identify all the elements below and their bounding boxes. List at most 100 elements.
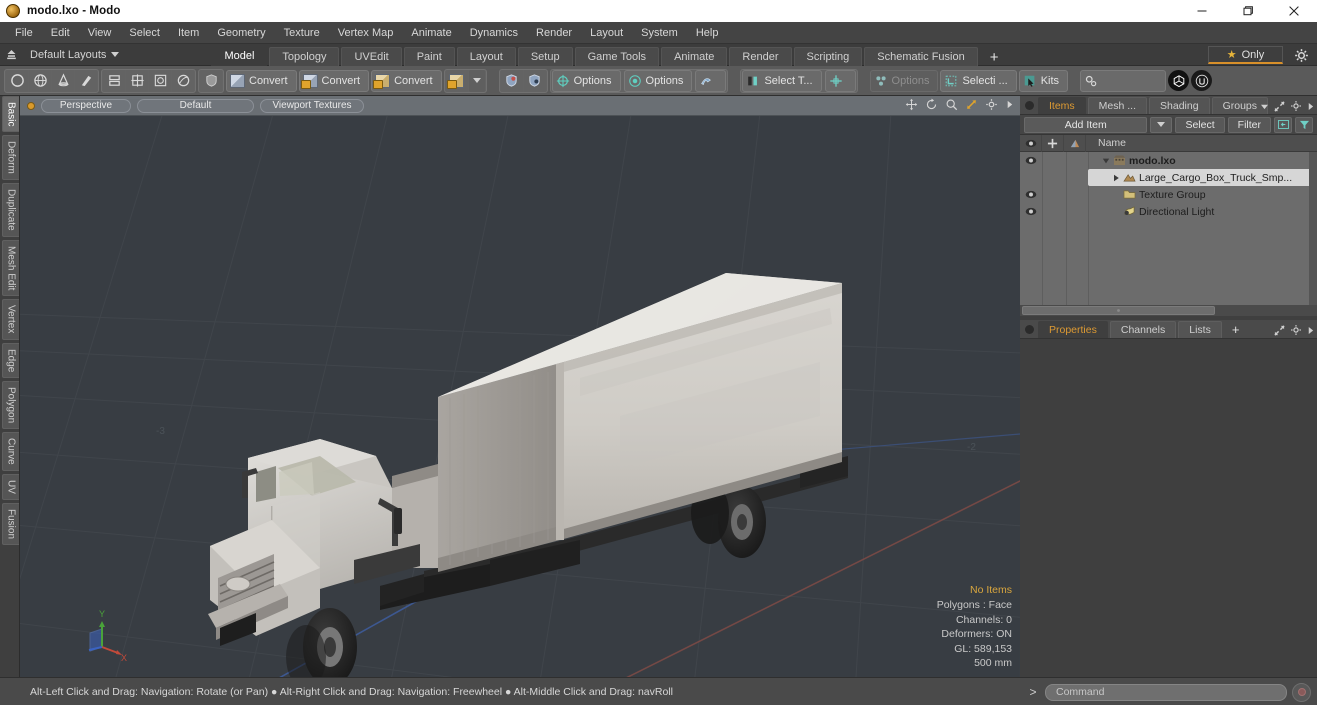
- properties-panel-body[interactable]: [1020, 339, 1317, 630]
- viewport-preset[interactable]: Default: [137, 98, 254, 113]
- table-row[interactable]: Texture Group: [1020, 186, 1317, 203]
- tab-shading[interactable]: Shading: [1149, 97, 1210, 114]
- gear-icon[interactable]: [985, 98, 998, 111]
- filter-button[interactable]: Filter: [1227, 116, 1271, 133]
- only-toggle[interactable]: ★ Only: [1208, 46, 1283, 64]
- items-tree-vscrollbar[interactable]: [1309, 152, 1317, 305]
- sidebar-item-fusion[interactable]: Fusion: [2, 502, 19, 545]
- sidebar-item-mesh-edit[interactable]: Mesh Edit: [2, 239, 19, 297]
- shield-red-icon[interactable]: [500, 69, 523, 92]
- menu-item-file[interactable]: File: [6, 24, 42, 42]
- chevron-down-icon[interactable]: [1260, 103, 1269, 110]
- tab-uvedit[interactable]: UVEdit: [341, 46, 402, 66]
- tab-lists[interactable]: Lists: [1178, 321, 1222, 338]
- convert-button-3[interactable]: Convert: [371, 69, 442, 92]
- tab-schematic-fusion[interactable]: Schematic Fusion: [864, 46, 978, 66]
- tab-setup[interactable]: Setup: [517, 46, 573, 66]
- cone-icon[interactable]: [52, 69, 74, 92]
- panel-menu-dot[interactable]: [1025, 325, 1034, 334]
- cross-box-icon[interactable]: [126, 69, 148, 92]
- menu-item-edit[interactable]: Edit: [42, 24, 79, 42]
- row-visibility-toggle[interactable]: [1020, 152, 1042, 169]
- funnel-icon[interactable]: [1295, 116, 1313, 133]
- sidebar-item-polygon[interactable]: Polygon: [2, 381, 19, 430]
- sidebar-item-uv[interactable]: UV: [2, 473, 19, 500]
- viewport-shading[interactable]: Viewport Textures: [260, 98, 364, 113]
- gear-icon[interactable]: [1290, 324, 1302, 336]
- stack-icon[interactable]: [103, 69, 125, 92]
- zoom-icon[interactable]: [945, 98, 958, 111]
- sidebar-item-edge[interactable]: Edge: [2, 342, 19, 379]
- viewport-3d-scene[interactable]: -3 -2 Y X No Items Polygons: Face Chann…: [20, 116, 1020, 677]
- menu-item-system[interactable]: System: [632, 24, 687, 42]
- fit-icon[interactable]: [965, 98, 978, 111]
- cube-gold-icon[interactable]: [445, 69, 468, 92]
- chevron-right-icon[interactable]: [1005, 99, 1014, 110]
- expand-icon[interactable]: [1274, 324, 1285, 336]
- kits-button[interactable]: [1080, 69, 1167, 92]
- shield-icon[interactable]: [200, 69, 222, 92]
- record-icon[interactable]: [1292, 682, 1311, 702]
- menu-item-dynamics[interactable]: Dynamics: [461, 24, 527, 42]
- minimize-icon[interactable]: [1179, 0, 1225, 22]
- rotate-icon[interactable]: [925, 98, 938, 111]
- tab-items[interactable]: Items: [1038, 97, 1086, 114]
- table-row[interactable]: Large_Cargo_Box_Truck_Smp...: [1020, 169, 1317, 186]
- expand-triangle-icon[interactable]: [1112, 174, 1120, 182]
- round-icon[interactable]: [172, 69, 194, 92]
- select-button[interactable]: Select: [1175, 116, 1225, 133]
- tab-channels[interactable]: Channels: [1109, 321, 1177, 338]
- menu-item-vertex-map[interactable]: Vertex Map: [329, 24, 403, 42]
- symmetry-options-button[interactable]: Select T...: [742, 69, 822, 92]
- chevron-right-icon[interactable]: [1307, 102, 1314, 111]
- gear-icon[interactable]: [1290, 100, 1302, 112]
- snap-options-button[interactable]: [695, 69, 727, 92]
- layout-gear-icon[interactable]: [1294, 48, 1309, 68]
- scrollbar-thumb[interactable]: [1022, 306, 1216, 315]
- row-visibility-toggle[interactable]: [1020, 203, 1042, 220]
- row-visibility-toggle[interactable]: [1020, 186, 1042, 203]
- globe-icon[interactable]: [29, 69, 51, 92]
- maximize-icon[interactable]: [1225, 0, 1271, 22]
- falloff-button[interactable]: Options: [623, 69, 693, 92]
- menu-item-view[interactable]: View: [79, 24, 121, 42]
- chevron-right-icon[interactable]: [1307, 326, 1314, 335]
- tab-paint[interactable]: Paint: [403, 46, 455, 66]
- menu-item-texture[interactable]: Texture: [275, 24, 329, 42]
- action-center-button[interactable]: Options: [551, 69, 621, 92]
- tab-mesh[interactable]: Mesh ...: [1087, 97, 1148, 114]
- menu-item-geometry[interactable]: Geometry: [208, 24, 274, 42]
- pen-icon[interactable]: [75, 69, 97, 92]
- menu-item-item[interactable]: Item: [169, 24, 208, 42]
- menu-item-select[interactable]: Select: [120, 24, 169, 42]
- home-up-icon[interactable]: [0, 44, 22, 66]
- menu-item-help[interactable]: Help: [687, 24, 728, 42]
- select-through-button[interactable]: Options: [869, 69, 939, 92]
- items-tree[interactable]: modo.lxo Large_Cargo_Box_Truck_Smp... Te…: [1020, 152, 1317, 305]
- close-icon[interactable]: [1271, 0, 1317, 22]
- tab-render[interactable]: Render: [729, 46, 792, 66]
- target-box-icon[interactable]: [149, 69, 171, 92]
- selection-set-button[interactable]: Kits: [1018, 69, 1069, 92]
- table-row[interactable]: Directional Light: [1020, 203, 1317, 220]
- add-item-dropdown[interactable]: [1150, 116, 1173, 133]
- expand-triangle-icon[interactable]: [1102, 157, 1110, 165]
- sidebar-item-curve[interactable]: Curve: [2, 432, 19, 471]
- convert-button-2[interactable]: Convert: [298, 69, 370, 92]
- tab-properties[interactable]: Properties: [1038, 321, 1108, 338]
- unity-icon[interactable]: [1168, 70, 1190, 91]
- command-input[interactable]: Command: [1045, 683, 1287, 701]
- items-tree-hscrollbar[interactable]: [1020, 305, 1317, 316]
- default-layouts-selector[interactable]: Default Layouts: [22, 49, 120, 61]
- select-options-button[interactable]: Selecti ...: [940, 69, 1017, 92]
- viewport-view-mode[interactable]: Perspective: [41, 98, 131, 113]
- menu-item-layout[interactable]: Layout: [581, 24, 632, 42]
- row-visibility-toggle[interactable]: [1020, 169, 1042, 186]
- shield-blue-icon[interactable]: [523, 69, 546, 92]
- sidebar-item-duplicate[interactable]: Duplicate: [2, 183, 19, 237]
- workplane-options-button[interactable]: [824, 69, 856, 92]
- tab-topology[interactable]: Topology: [269, 46, 340, 66]
- sidebar-item-basic[interactable]: Basic: [2, 96, 19, 133]
- tab-layout[interactable]: Layout: [456, 46, 516, 66]
- table-row[interactable]: modo.lxo: [1020, 152, 1317, 169]
